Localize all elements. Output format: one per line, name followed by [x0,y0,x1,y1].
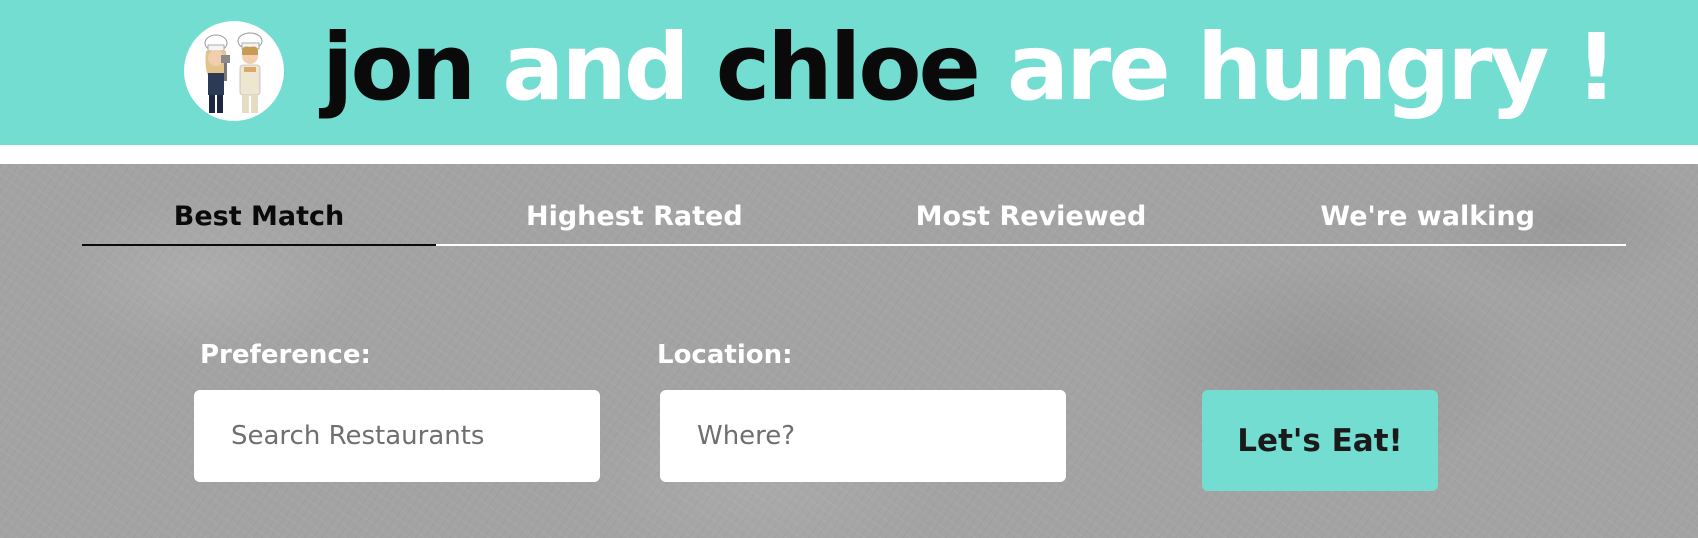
tab-most-reviewed[interactable]: Most Reviewed [833,194,1230,244]
search-panel: Best Match Highest Rated Most Reviewed W… [0,164,1698,538]
tab-highest-rated[interactable]: Highest Rated [436,194,833,244]
location-label: Location: [657,340,793,370]
chefs-avatar-icon-graphic [204,32,263,113]
tab-best-match[interactable]: Best Match [82,194,436,246]
title-word-and: and [502,14,689,121]
header-divider [0,145,1698,164]
location-input[interactable] [660,390,1066,482]
lets-eat-button[interactable]: Let's Eat! [1202,390,1438,491]
title-word-rest: are hungry ! [1006,14,1618,121]
preference-search-input[interactable] [194,390,600,482]
page-header: jon and chloe are hungry ! [0,0,1698,145]
page-title: jon and chloe are hungry ! [322,8,1618,128]
chefs-avatar-icon [184,21,284,121]
sort-tabs: Best Match Highest Rated Most Reviewed W… [82,194,1626,246]
tab-were-walking[interactable]: We're walking [1229,194,1626,244]
title-name-chloe: chloe [715,14,981,121]
preference-label: Preference: [200,340,371,370]
title-name-jon: jon [322,14,476,121]
